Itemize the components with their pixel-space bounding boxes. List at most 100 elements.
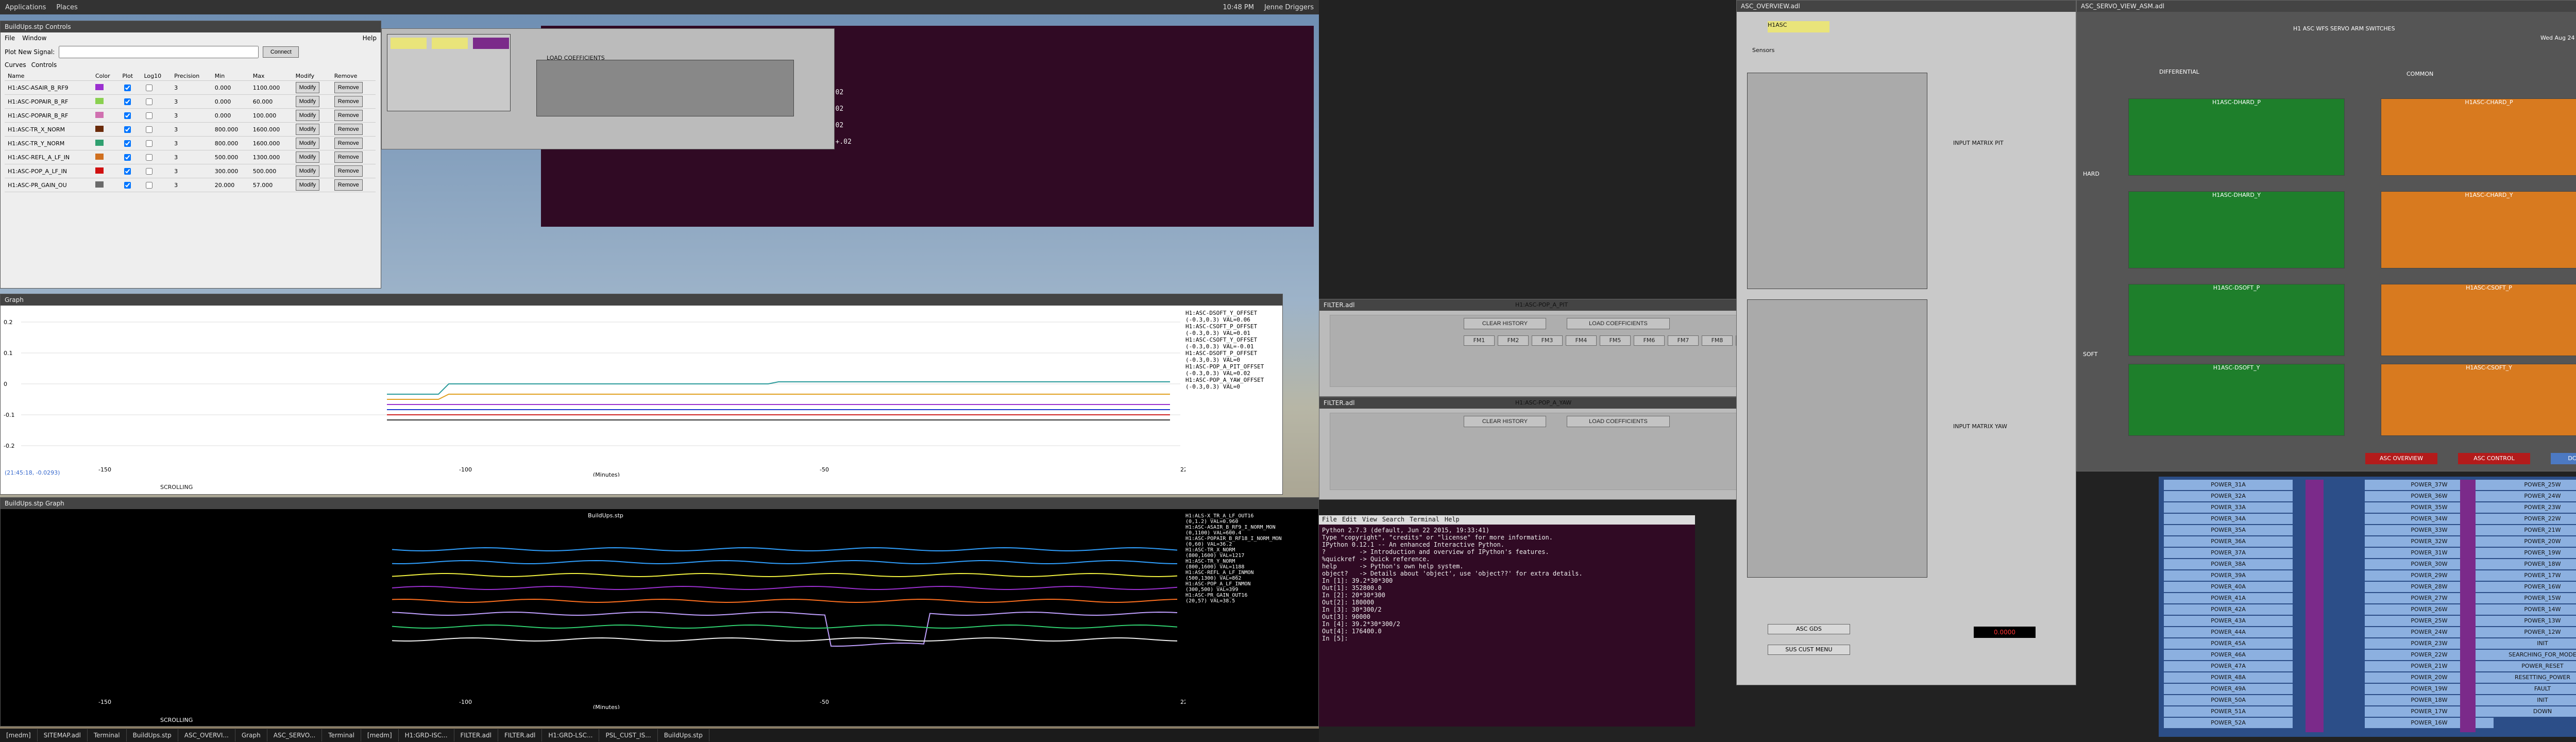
- guardian-state[interactable]: FAULT: [2478, 684, 2576, 694]
- color-swatch[interactable]: [92, 178, 120, 192]
- places-menu[interactable]: Places: [56, 4, 77, 11]
- guardian-state[interactable]: POWER_18W: [2478, 559, 2576, 569]
- guardian-state[interactable]: POWER_32A: [2164, 491, 2293, 501]
- remove-button[interactable]: Remove: [334, 110, 363, 121]
- fm-button[interactable]: [473, 38, 509, 49]
- guardian-state[interactable]: RESETTING_POWER: [2478, 672, 2576, 683]
- taskbar-item[interactable]: H1:GRD-LSC...: [542, 729, 600, 741]
- remove-button[interactable]: Remove: [334, 138, 363, 149]
- guardian-state[interactable]: POWER_17W: [2478, 570, 2576, 581]
- modify-button[interactable]: Modify: [292, 136, 331, 150]
- load-coefficients[interactable]: LOAD COEFFICIENTS: [547, 55, 605, 61]
- tab-controls[interactable]: Controls: [31, 61, 57, 69]
- guardian-state[interactable]: POWER_46A: [2164, 650, 2293, 660]
- guardian-state[interactable]: POWER_14W: [2478, 604, 2576, 615]
- user-name[interactable]: Jenne Driggers: [1264, 4, 1314, 11]
- guardian-state[interactable]: SEARCHING_FOR_MODE: [2478, 650, 2576, 660]
- guardian-state[interactable]: POWER_15W: [2478, 593, 2576, 603]
- guardian-state[interactable]: POWER_22W: [2478, 514, 2576, 524]
- fm-button[interactable]: [432, 38, 468, 49]
- menu-help[interactable]: Help: [363, 35, 377, 42]
- plot-checkbox[interactable]: [119, 136, 141, 150]
- modify-button[interactable]: Modify: [292, 122, 331, 137]
- color-swatch[interactable]: [92, 80, 120, 95]
- taskbar-item[interactable]: ASC_OVERVI...: [178, 729, 235, 741]
- modify-button[interactable]: Modify: [295, 110, 320, 121]
- signal-input[interactable]: [59, 46, 259, 58]
- sus-cust-menu-button[interactable]: SUS CUST MENU: [1768, 645, 1850, 655]
- guardian-state[interactable]: POWER_42A: [2164, 604, 2293, 615]
- dc-control-button[interactable]: DC CONTROL: [2551, 453, 2576, 464]
- guardian-state[interactable]: POWER_39A: [2164, 570, 2293, 581]
- remove-button[interactable]: Remove: [331, 164, 376, 178]
- guardian-state[interactable]: INIT: [2478, 638, 2576, 649]
- applications-menu[interactable]: Applications: [5, 4, 46, 11]
- guardian-state[interactable]: POWER_25W: [2478, 480, 2576, 490]
- menu-item[interactable]: File: [1322, 515, 1337, 525]
- remove-button[interactable]: Remove: [334, 82, 363, 93]
- guardian-state[interactable]: POWER_24W: [2478, 491, 2576, 501]
- modify-button[interactable]: Modify: [292, 94, 331, 109]
- guardian-state[interactable]: POWER_51A: [2164, 706, 2293, 717]
- log-checkbox[interactable]: [141, 136, 172, 150]
- plot-checkbox[interactable]: [119, 108, 141, 123]
- taskbar-item[interactable]: ASC_SERVO...: [267, 729, 323, 741]
- guardian-state[interactable]: POWER_49A: [2164, 684, 2293, 694]
- taskbar-item[interactable]: [medm]: [361, 729, 399, 741]
- guardian-state[interactable]: POWER_16W: [2478, 582, 2576, 592]
- remove-button[interactable]: Remove: [334, 124, 363, 135]
- ipython-terminal[interactable]: File Edit View Search Terminal Help Python 2.…: [1319, 515, 1695, 727]
- menu-file[interactable]: File: [5, 35, 15, 42]
- menu-item[interactable]: Terminal: [1410, 515, 1439, 525]
- guardian-state[interactable]: POWER_50A: [2164, 695, 2293, 705]
- guardian-state[interactable]: POWER_52A: [2164, 718, 2293, 728]
- guardian-state[interactable]: POWER_44A: [2164, 627, 2293, 637]
- menu-item[interactable]: View: [1362, 515, 1377, 525]
- asc-control-button[interactable]: ASC CONTROL: [2458, 453, 2530, 464]
- menu-item[interactable]: Search: [1382, 515, 1404, 525]
- guardian-state[interactable]: DOWN: [2478, 706, 2576, 717]
- guardian-state[interactable]: POWER_13W: [2478, 616, 2576, 626]
- connect-button[interactable]: Connect: [263, 46, 299, 58]
- taskbar-item[interactable]: SITEMAP.adl: [38, 729, 88, 741]
- modify-button[interactable]: Modify: [295, 82, 320, 93]
- remove-button[interactable]: Remove: [331, 136, 376, 150]
- taskbar-item[interactable]: FILTER.adl: [498, 729, 543, 741]
- taskbar-item[interactable]: [medm]: [0, 729, 38, 741]
- guardian-state[interactable]: POWER_33A: [2164, 502, 2293, 513]
- remove-button[interactable]: Remove: [334, 96, 363, 107]
- taskbar-item[interactable]: Graph: [235, 729, 267, 741]
- taskbar-item[interactable]: Terminal: [322, 729, 361, 741]
- guardian-state[interactable]: POWER_35A: [2164, 525, 2293, 535]
- taskbar-item[interactable]: PSL_CUST_IS...: [599, 729, 658, 741]
- remove-button[interactable]: Remove: [334, 151, 363, 163]
- menu-window[interactable]: Window: [22, 35, 46, 42]
- guardian-state[interactable]: INIT: [2478, 695, 2576, 705]
- guardian-state[interactable]: POWER_21W: [2478, 525, 2576, 535]
- log-checkbox[interactable]: [141, 164, 172, 178]
- remove-button[interactable]: Remove: [334, 179, 363, 191]
- guardian-state[interactable]: POWER_20W: [2478, 536, 2576, 547]
- taskbar-item[interactable]: Terminal: [88, 729, 127, 741]
- guardian-state[interactable]: POWER_41A: [2164, 593, 2293, 603]
- log-checkbox[interactable]: [141, 94, 172, 109]
- guardian-state[interactable]: POWER_23W: [2478, 502, 2576, 513]
- modify-button[interactable]: Modify: [292, 80, 331, 95]
- tab-curves[interactable]: Curves: [5, 61, 26, 69]
- modify-button[interactable]: Modify: [295, 138, 320, 149]
- modify-button[interactable]: Modify: [295, 179, 320, 191]
- taskbar-item[interactable]: BuildUps.stp: [658, 729, 709, 741]
- log-checkbox[interactable]: [141, 122, 172, 137]
- guardian-state[interactable]: POWER_45A: [2164, 638, 2293, 649]
- color-swatch[interactable]: [92, 94, 120, 109]
- guardian-state[interactable]: POWER_19W: [2478, 548, 2576, 558]
- log-checkbox[interactable]: [141, 150, 172, 164]
- color-swatch[interactable]: [92, 122, 120, 137]
- color-swatch[interactable]: [92, 150, 120, 164]
- asc-gds-button[interactable]: ASC GDS: [1768, 624, 1850, 634]
- log-checkbox[interactable]: [141, 80, 172, 95]
- menu-item[interactable]: Help: [1445, 515, 1460, 525]
- modify-button[interactable]: Modify: [295, 124, 320, 135]
- modify-button[interactable]: Modify: [292, 164, 331, 178]
- remove-button[interactable]: Remove: [331, 94, 376, 109]
